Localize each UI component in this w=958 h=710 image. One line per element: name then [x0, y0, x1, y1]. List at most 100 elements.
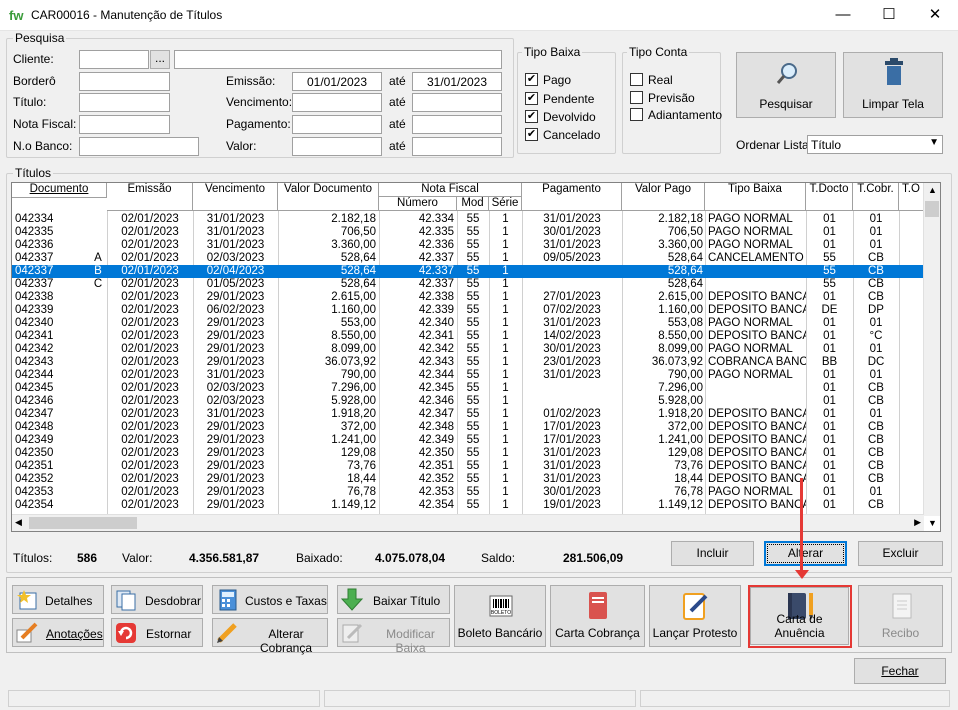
- table-row[interactable]: 042352 02/01/2023 29/01/2023 18,44 42.352 55 1…: [12, 473, 924, 486]
- fechar-button[interactable]: Fechar: [854, 658, 946, 684]
- table-row[interactable]: 042348 02/01/2023 29/01/2023 372,00 42.348 55…: [12, 421, 924, 434]
- scroll-thumb[interactable]: [925, 201, 939, 217]
- boleto-bancario-button[interactable]: BOLETO Boleto Bancário: [454, 585, 546, 647]
- table-row[interactable]: 042337 B 02/01/2023 02/04/2023 528,64 42.337 5…: [12, 265, 924, 278]
- table-cell: 55: [466, 291, 480, 303]
- table-row[interactable]: 042336 02/01/2023 31/01/2023 3.360,00 42.336…: [12, 239, 924, 252]
- detalhes-button[interactable]: Detalhes: [12, 585, 104, 614]
- pagamento-de-input[interactable]: [292, 115, 382, 134]
- incluir-button[interactable]: Incluir: [671, 541, 754, 566]
- cliente-name-input[interactable]: [174, 50, 502, 69]
- table-cell: 02/03/2023: [206, 382, 265, 394]
- scroll-right-icon[interactable]: ▶: [914, 517, 921, 528]
- col-documento[interactable]: Documento: [12, 183, 107, 198]
- table-row[interactable]: 042341 02/01/2023 29/01/2023 8.550,00 42.341…: [12, 330, 924, 343]
- scroll-up-icon[interactable]: ▲: [928, 185, 937, 195]
- table-row[interactable]: 042354 02/01/2023 29/01/2023 1.149,12 42.354…: [12, 499, 924, 512]
- table-row[interactable]: 042342 02/01/2023 29/01/2023 8.099,00 42.342…: [12, 343, 924, 356]
- table-row[interactable]: 042335 02/01/2023 31/01/2023 706,50 42.335 55…: [12, 226, 924, 239]
- ordenar-select[interactable]: Título ▼: [807, 135, 943, 154]
- table-row[interactable]: 042351 02/01/2023 29/01/2023 73,76 42.351 55 1…: [12, 460, 924, 473]
- vencimento-ate-input[interactable]: [412, 93, 502, 112]
- col-valor-documento[interactable]: Valor Documento: [278, 183, 379, 211]
- table-cell: 02/03/2023: [206, 395, 265, 407]
- col-tipo-baixa[interactable]: Tipo Baixa: [705, 183, 806, 211]
- table-cell: 790,00: [340, 369, 376, 381]
- desdobrar-button[interactable]: Desdobrar: [111, 585, 203, 614]
- pendente-checkbox[interactable]: ✔: [525, 92, 538, 105]
- col-mod[interactable]: Mod: [457, 197, 489, 211]
- table-row[interactable]: 042345 02/01/2023 02/03/2023 7.296,00 42.345…: [12, 382, 924, 395]
- table-cell: 02/01/2023: [121, 382, 179, 394]
- col-pagamento[interactable]: Pagamento: [522, 183, 622, 211]
- alterar-cobranca-button[interactable]: Alterar Cobrança: [212, 618, 328, 655]
- table-row[interactable]: 042349 02/01/2023 29/01/2023 1.241,00 42.349…: [12, 434, 924, 447]
- pesquisar-button[interactable]: Pesquisar: [736, 52, 836, 118]
- custos-taxas-button[interactable]: Custos e Taxas: [212, 585, 328, 614]
- excluir-button[interactable]: Excluir: [858, 541, 943, 566]
- estornar-button[interactable]: Estornar: [111, 618, 203, 647]
- table-row[interactable]: 042334 02/01/2023 31/01/2023 2.182,18 42.334…: [12, 213, 924, 226]
- col-t-docto[interactable]: T.Docto: [806, 183, 853, 211]
- table-row[interactable]: 042343 02/01/2023 29/01/2023 36.073,92 42.34…: [12, 356, 924, 369]
- col-numero[interactable]: Número: [379, 197, 457, 211]
- lancar-protesto-button[interactable]: Lançar Protesto: [649, 585, 741, 647]
- col-serie[interactable]: Série: [489, 197, 522, 211]
- close-button[interactable]: ✕: [912, 0, 958, 31]
- table-row[interactable]: 042337 A 02/01/2023 02/03/2023 528,64 42.337 5…: [12, 252, 924, 265]
- table-row[interactable]: 042339 02/01/2023 06/02/2023 1.160,00 42.339…: [12, 304, 924, 317]
- minimize-button[interactable]: —: [820, 0, 866, 31]
- banco-input[interactable]: [79, 137, 199, 156]
- col-emissao[interactable]: Emissão: [107, 183, 193, 211]
- table-row[interactable]: 042344 02/01/2023 31/01/2023 790,00 42.344 55…: [12, 369, 924, 382]
- limpar-tela-button[interactable]: Limpar Tela: [843, 52, 943, 118]
- table-row[interactable]: 042340 02/01/2023 29/01/2023 553,00 42.340 55…: [12, 317, 924, 330]
- adiantamento-checkbox[interactable]: [630, 108, 643, 121]
- table-cell: 42.339: [418, 304, 454, 316]
- emissao-de-input[interactable]: 01/01/2023: [292, 72, 382, 91]
- table-cell: DEPOSITO BANCA: [708, 408, 806, 420]
- previsao-checkbox[interactable]: [630, 91, 643, 104]
- col-t-o[interactable]: T.O: [899, 183, 924, 211]
- vencimento-de-input[interactable]: [292, 93, 382, 112]
- hscroll-thumb[interactable]: [29, 517, 137, 529]
- pago-checkbox[interactable]: ✔: [525, 73, 538, 86]
- maximize-button[interactable]: ☐: [866, 0, 912, 31]
- devolvido-checkbox[interactable]: ✔: [525, 110, 538, 123]
- col-valor-pago[interactable]: Valor Pago: [622, 183, 705, 211]
- scroll-left-icon[interactable]: ◀: [15, 517, 22, 528]
- valor-ate-input[interactable]: [412, 137, 502, 156]
- col-vencimento[interactable]: Vencimento: [193, 183, 278, 211]
- col-nota-fiscal[interactable]: Nota Fiscal: [379, 183, 522, 197]
- baixar-titulo-button[interactable]: Baixar Título: [337, 585, 450, 614]
- table-row[interactable]: 042346 02/01/2023 02/03/2023 5.928,00 42.346…: [12, 395, 924, 408]
- table-row[interactable]: 042353 02/01/2023 29/01/2023 76,78 42.353 55 1…: [12, 486, 924, 499]
- table-cell: 790,00: [667, 369, 703, 381]
- nota-fiscal-input[interactable]: [79, 115, 170, 134]
- table-row[interactable]: 042347 02/01/2023 31/01/2023 1.918,20 42.347…: [12, 408, 924, 421]
- valor-de-input[interactable]: [292, 137, 382, 156]
- recibo-button[interactable]: Recibo: [858, 585, 943, 647]
- bordero-input[interactable]: [79, 72, 170, 91]
- horizontal-scrollbar[interactable]: ◀ ▶: [12, 514, 924, 531]
- cliente-code-input[interactable]: [79, 50, 149, 69]
- table-cell: 30/01/2023: [543, 226, 601, 238]
- pagamento-ate-input[interactable]: [412, 115, 502, 134]
- table-row[interactable]: 042338 02/01/2023 29/01/2023 2.615,00 42.338…: [12, 291, 924, 304]
- table-row[interactable]: 042350 02/01/2023 29/01/2023 129,08 42.350 55…: [12, 447, 924, 460]
- table-row[interactable]: 042337 C 02/01/2023 01/05/2023 528,64 42.337 5…: [12, 278, 924, 291]
- titulo-input[interactable]: [79, 93, 170, 112]
- carta-cobranca-button[interactable]: Carta Cobrança: [550, 585, 645, 647]
- cliente-lookup-button[interactable]: ...: [150, 50, 170, 69]
- real-checkbox[interactable]: [630, 73, 643, 86]
- scroll-down-icon[interactable]: ▼: [928, 518, 937, 528]
- emissao-ate-input[interactable]: 31/01/2023: [412, 72, 502, 91]
- vertical-scrollbar[interactable]: ▲: [923, 183, 940, 516]
- table-cell: 02/01/2023: [121, 434, 179, 446]
- cancelado-checkbox[interactable]: ✔: [525, 128, 538, 141]
- modificar-baixa-button[interactable]: Modificar Baixa: [337, 618, 450, 655]
- anotacoes-button[interactable]: Anotações: [12, 618, 104, 647]
- table-cell: 02/01/2023: [121, 473, 179, 485]
- col-t-cobr[interactable]: T.Cobr.: [853, 183, 899, 211]
- alterar-button[interactable]: Alterar: [764, 541, 847, 566]
